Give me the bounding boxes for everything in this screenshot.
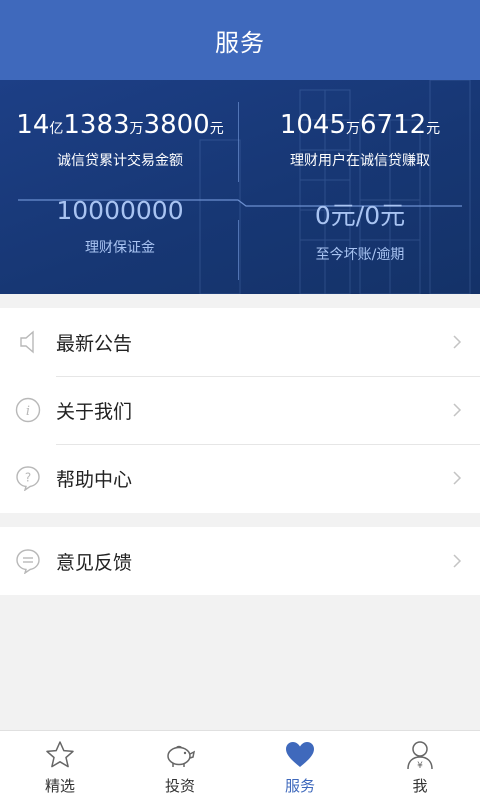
tab-featured[interactable]: 精选 (0, 731, 120, 800)
user-yen-icon: ¥ (407, 741, 433, 771)
stat-bad-debt-label: 至今坏账/逾期 (315, 247, 405, 263)
tab-label: 投资 (164, 777, 195, 795)
chat-bubble-icon (0, 548, 56, 574)
chevron-right-icon (453, 335, 462, 349)
svg-text:?: ? (25, 471, 31, 485)
menu-item-label: 帮助中心 (56, 468, 133, 491)
app-header: 服务 (0, 0, 480, 80)
menu-item-announcements[interactable]: 最新公告 (0, 308, 480, 376)
stat-user-earned: 1045万6712元 理财用户在诚信贷赚取 (240, 110, 480, 170)
svg-text:i: i (26, 404, 30, 419)
stat-guarantee-label: 理财保证金 (85, 240, 155, 256)
stat-user-earned-value: 1045万6712元 (279, 110, 441, 140)
tab-label: 精选 (44, 777, 75, 795)
help-bubble-icon: ? (0, 465, 56, 491)
stat-total-trade-label: 诚信贷累计交易金额 (57, 153, 183, 169)
stat-user-earned-label: 理财用户在诚信贷赚取 (290, 153, 430, 169)
tab-label: 服务 (284, 777, 315, 795)
stat-bad-debt: 0元/0元 至今坏账/逾期 (240, 196, 480, 264)
menu-item-feedback[interactable]: 意见反馈 (0, 527, 480, 595)
menu-item-label: 意见反馈 (56, 551, 133, 574)
stat-guarantee: 10000000 理财保证金 (0, 196, 240, 257)
tab-invest[interactable]: 投资 (120, 731, 240, 800)
stat-bad-debt-value: 0元/0元 (314, 201, 406, 230)
heart-icon (286, 742, 314, 767)
menu-item-label: 最新公告 (56, 332, 133, 355)
menu-item-label: 关于我们 (56, 400, 133, 423)
stat-guarantee-value: 10000000 (56, 196, 184, 225)
page-title: 服务 (215, 28, 265, 57)
chevron-right-icon (453, 471, 462, 485)
stat-total-trade-value: 14亿1383万3800元 (16, 110, 224, 140)
piggy-bank-icon (167, 745, 196, 767)
bottom-tab-bar: 精选 投资 服务 ¥ 我 (0, 730, 480, 800)
menu-group-main: 最新公告 i 关于我们 ? 帮助中心 (0, 308, 480, 513)
menu-item-help[interactable]: ? 帮助中心 (0, 444, 480, 512)
svg-text:¥: ¥ (417, 761, 423, 771)
chevron-right-icon (453, 403, 462, 417)
menu-group-feedback: 意见反馈 (0, 527, 480, 595)
star-icon (46, 741, 74, 768)
info-icon: i (0, 397, 56, 423)
tab-service[interactable]: 服务 (240, 731, 360, 800)
menu-item-about[interactable]: i 关于我们 (0, 376, 480, 444)
stats-panel: 14亿1383万3800元 诚信贷累计交易金额 1045万6712元 理财用户在… (0, 80, 480, 294)
tab-me[interactable]: ¥ 我 (360, 731, 480, 800)
chevron-right-icon (453, 554, 462, 568)
speaker-icon (0, 329, 56, 355)
stat-total-trade: 14亿1383万3800元 诚信贷累计交易金额 (0, 110, 240, 170)
tab-label: 我 (412, 777, 428, 795)
